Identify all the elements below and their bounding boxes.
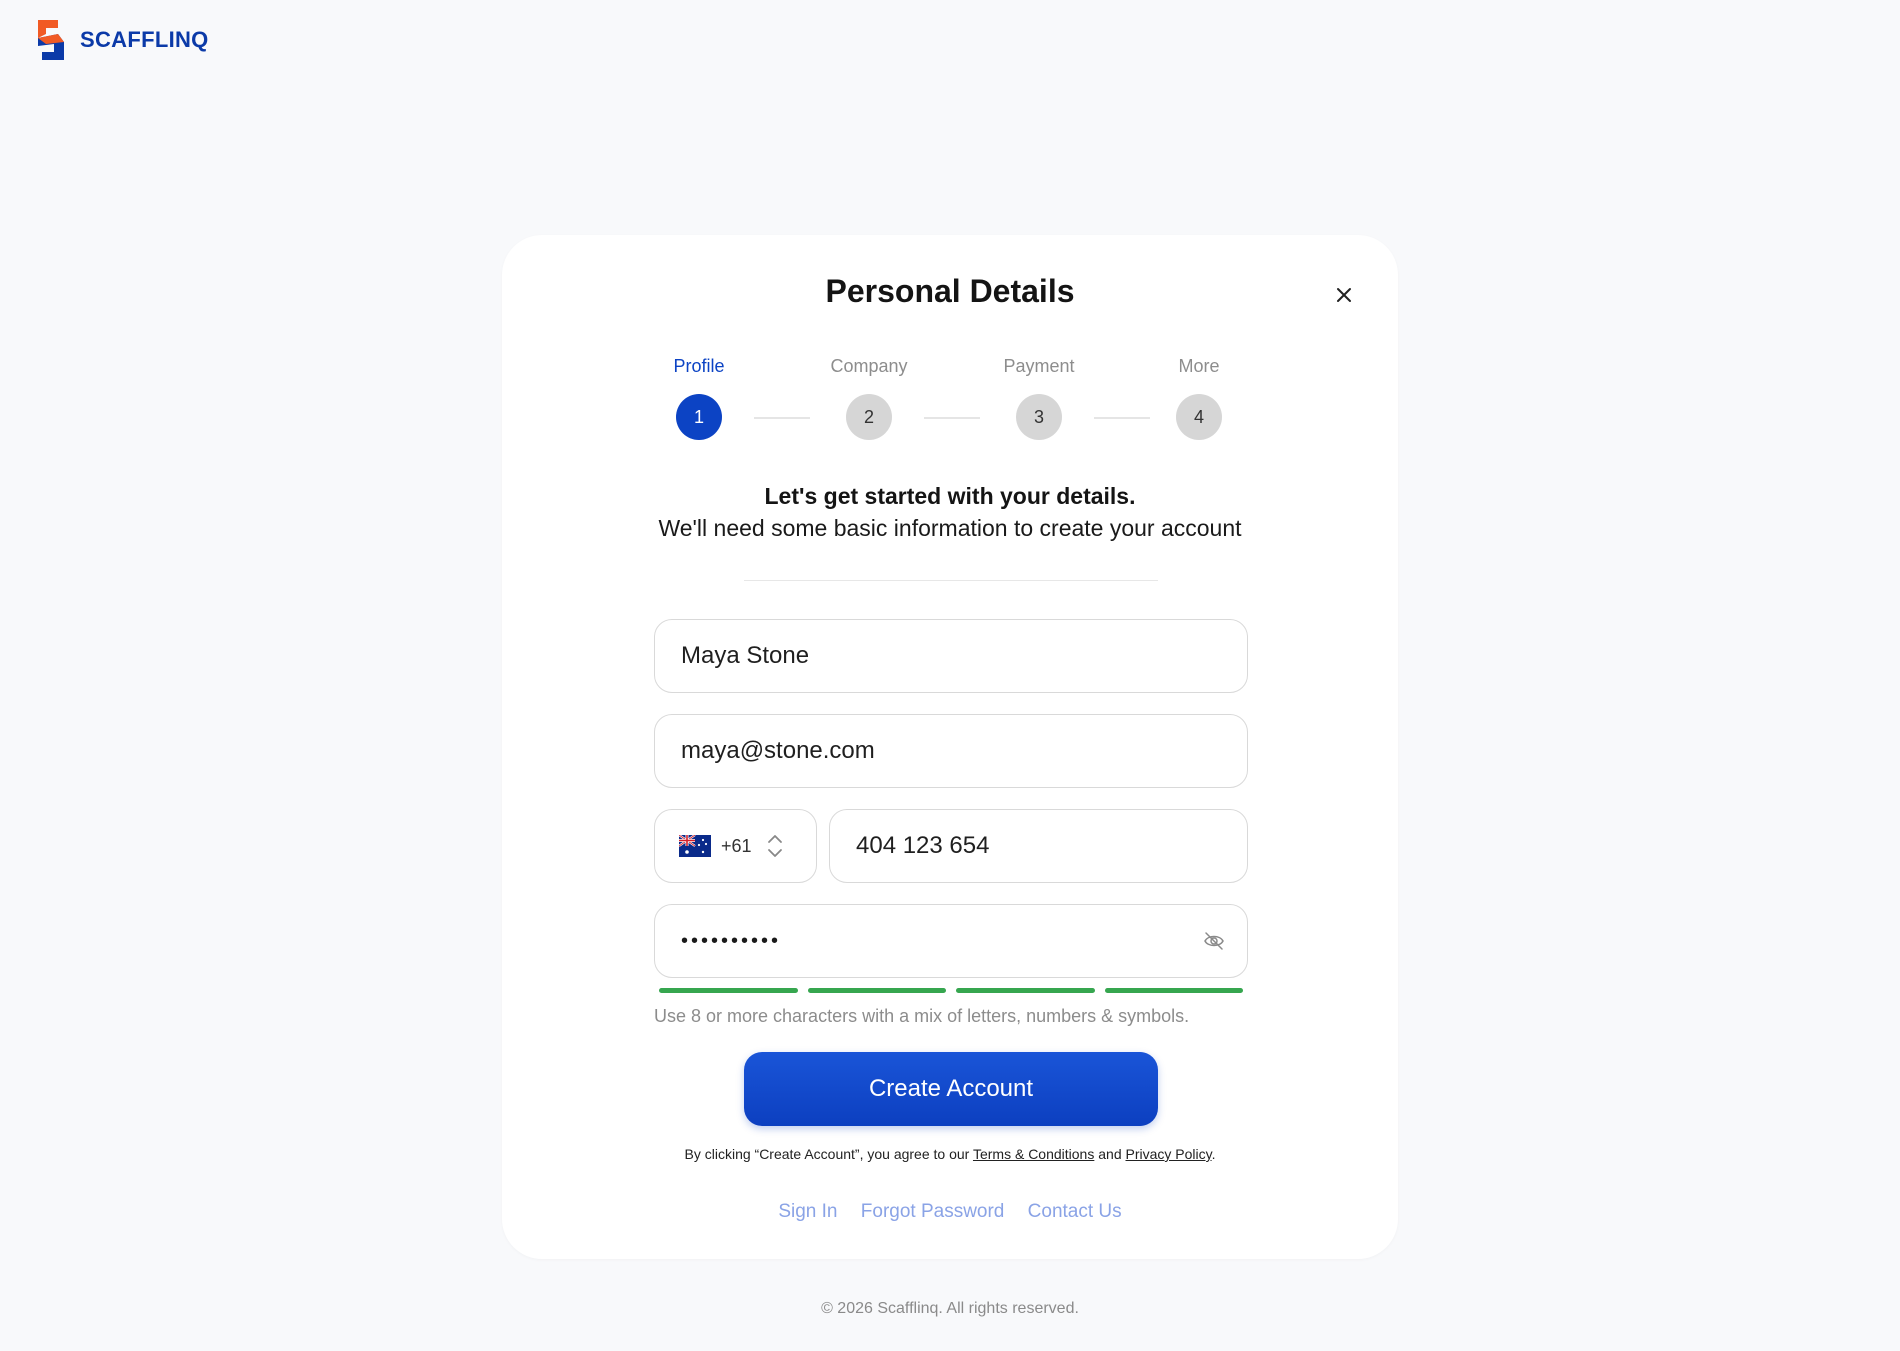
brand-name: SCAFFLINQ [80, 27, 209, 52]
email-field[interactable] [654, 714, 1248, 788]
legal-notice: By clicking “Create Account”, you agree … [502, 1146, 1398, 1162]
step-number: 2 [846, 394, 892, 440]
step-payment[interactable]: Payment 3 [959, 353, 1119, 440]
strength-segment [1104, 988, 1243, 993]
step-label: Profile [673, 356, 725, 376]
legal-suffix: . [1211, 1146, 1216, 1162]
section-divider [744, 580, 1158, 581]
privacy-link[interactable]: Privacy Policy [1126, 1146, 1212, 1162]
legal-prefix: By clicking “Create Account”, you agree … [684, 1146, 973, 1162]
close-button[interactable] [1328, 279, 1360, 311]
forgot-password-link[interactable]: Forgot Password [861, 1201, 1005, 1222]
step-more[interactable]: More 4 [1119, 353, 1279, 440]
step-company[interactable]: Company 2 [789, 353, 949, 440]
step-number: 4 [1176, 394, 1222, 440]
modal-title: Personal Details [825, 273, 1075, 309]
step-label: Payment [1003, 356, 1075, 376]
password-hint: Use 8 or more characters with a mix of l… [654, 1006, 1190, 1026]
country-code-select[interactable]: +61 [654, 809, 817, 883]
step-label: Company [830, 356, 908, 376]
phone-number-input[interactable] [856, 832, 1221, 860]
australia-flag-icon [679, 835, 711, 857]
step-number: 1 [676, 394, 722, 440]
strength-segment [956, 988, 1095, 993]
password-strength-meter [659, 988, 1243, 993]
brand-logo[interactable]: SCAFFLINQ [36, 20, 209, 60]
create-account-button[interactable]: Create Account [744, 1052, 1158, 1126]
strength-segment [807, 988, 946, 993]
step-label: More [1178, 356, 1220, 376]
country-code-value: +61 [721, 835, 752, 856]
email-input[interactable] [681, 737, 1221, 765]
eye-off-icon[interactable] [1203, 931, 1225, 951]
footer-links: Sign In Forgot Password Contact Us [502, 1201, 1398, 1223]
scafflinq-logo-icon [38, 20, 64, 60]
phone-number-field[interactable] [829, 809, 1248, 883]
copyright-text: © 2026 Scafflinq. All rights reserved. [821, 1300, 1079, 1317]
intro-subheading: We'll need some basic information to cre… [658, 515, 1242, 541]
password-input[interactable]: •••••••••• [681, 930, 781, 953]
password-field[interactable]: •••••••••• [654, 904, 1248, 978]
contact-us-link[interactable]: Contact Us [1028, 1201, 1122, 1222]
chevron-up-down-icon [767, 835, 782, 857]
intro-heading: Let's get started with your details. [764, 483, 1136, 509]
step-profile[interactable]: Profile 1 [619, 353, 779, 440]
strength-segment [659, 988, 798, 993]
sign-in-link[interactable]: Sign In [778, 1201, 837, 1222]
terms-link[interactable]: Terms & Conditions [973, 1146, 1094, 1162]
close-icon [1337, 288, 1351, 302]
full-name-field[interactable] [654, 619, 1248, 693]
signup-card: Personal Details Profile 1 Company 2 Pay… [502, 235, 1398, 1259]
legal-middle: and [1094, 1146, 1126, 1162]
step-number: 3 [1016, 394, 1062, 440]
full-name-input[interactable] [681, 642, 1221, 670]
progress-stepper: Profile 1 Company 2 Payment 3 More 4 [502, 353, 1398, 463]
